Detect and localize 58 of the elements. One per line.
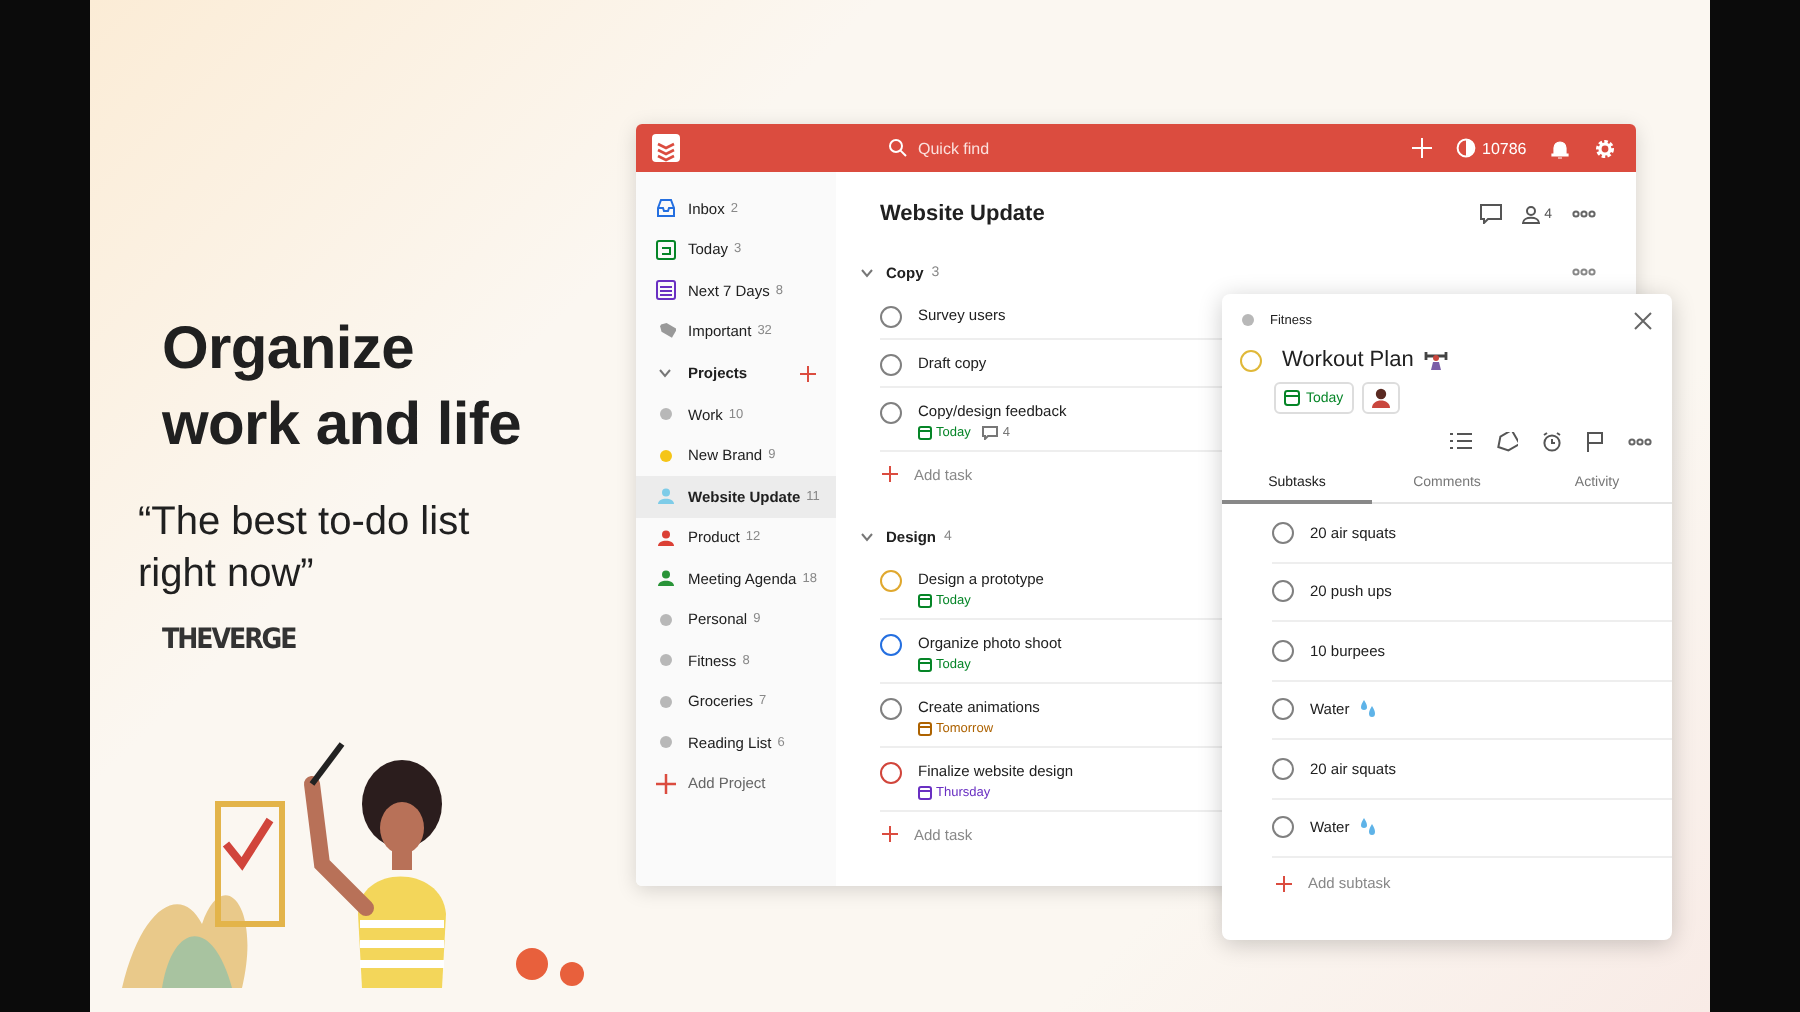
plus-icon bbox=[1276, 875, 1292, 891]
calendar-icon bbox=[1284, 390, 1300, 406]
search-field[interactable]: Quick find bbox=[918, 139, 1298, 157]
chevron-down-icon[interactable] bbox=[860, 531, 874, 541]
add-icon[interactable] bbox=[1412, 138, 1432, 158]
karma-icon bbox=[1456, 138, 1476, 158]
flag-icon[interactable] bbox=[1586, 431, 1604, 451]
bell-icon[interactable] bbox=[1550, 137, 1571, 159]
plus-icon bbox=[882, 466, 898, 482]
calendar-icon bbox=[918, 426, 932, 440]
calendar-icon bbox=[656, 239, 676, 260]
subtask-checkbox[interactable] bbox=[1272, 698, 1294, 721]
chevron-down-icon[interactable] bbox=[658, 368, 672, 378]
person-icon bbox=[1522, 205, 1541, 223]
calendar-icon bbox=[918, 786, 932, 800]
calendar-icon bbox=[918, 594, 932, 608]
task-checkbox[interactable] bbox=[880, 634, 902, 656]
subtask-checkbox[interactable] bbox=[1272, 580, 1294, 603]
more-icon[interactable] bbox=[1572, 210, 1596, 218]
quote: “The best to-do list right now” bbox=[138, 498, 472, 600]
project-title: Website Update bbox=[880, 202, 1047, 226]
inbox-icon bbox=[656, 198, 676, 219]
calendar-grid-icon bbox=[656, 280, 676, 301]
list-icon[interactable] bbox=[1450, 432, 1472, 450]
comment-icon bbox=[982, 426, 999, 440]
search-icon bbox=[888, 138, 908, 158]
avatar-icon bbox=[1371, 388, 1390, 408]
project-dot bbox=[1242, 314, 1254, 326]
subtask-checkbox[interactable] bbox=[1272, 639, 1294, 662]
assignee-button[interactable] bbox=[1361, 382, 1400, 414]
calendar-icon bbox=[918, 658, 932, 672]
task-title: Workout Plan bbox=[1282, 348, 1414, 372]
task-checkbox[interactable] bbox=[1240, 349, 1262, 371]
task-checkbox[interactable] bbox=[880, 698, 902, 720]
task-checkbox[interactable] bbox=[880, 354, 902, 376]
task-checkbox[interactable] bbox=[880, 570, 902, 592]
source-logo: THEVERGE bbox=[162, 624, 296, 656]
chevron-down-icon[interactable] bbox=[860, 267, 874, 277]
plus-icon bbox=[656, 773, 676, 794]
comment-icon[interactable] bbox=[1480, 204, 1503, 224]
task-checkbox[interactable] bbox=[880, 402, 902, 424]
more-icon[interactable] bbox=[1572, 268, 1596, 276]
app-logo-icon[interactable] bbox=[652, 134, 680, 162]
headline: Organize work and life bbox=[162, 314, 523, 462]
karma-button[interactable]: 10786 bbox=[1456, 138, 1527, 158]
task-checkbox[interactable] bbox=[880, 306, 902, 328]
subtask-checkbox[interactable] bbox=[1272, 757, 1294, 780]
more-icon[interactable] bbox=[1628, 437, 1652, 445]
subtask-checkbox[interactable] bbox=[1272, 521, 1294, 544]
settings-icon[interactable] bbox=[1594, 137, 1617, 159]
calendar-icon bbox=[918, 722, 932, 736]
weightlifter-icon bbox=[1423, 348, 1448, 372]
add-project-icon[interactable] bbox=[800, 365, 816, 381]
alarm-icon[interactable] bbox=[1542, 431, 1562, 451]
plus-icon bbox=[882, 826, 898, 842]
close-icon[interactable] bbox=[1634, 311, 1652, 329]
subtask-checkbox[interactable] bbox=[1272, 816, 1294, 839]
task-checkbox[interactable] bbox=[880, 762, 902, 784]
